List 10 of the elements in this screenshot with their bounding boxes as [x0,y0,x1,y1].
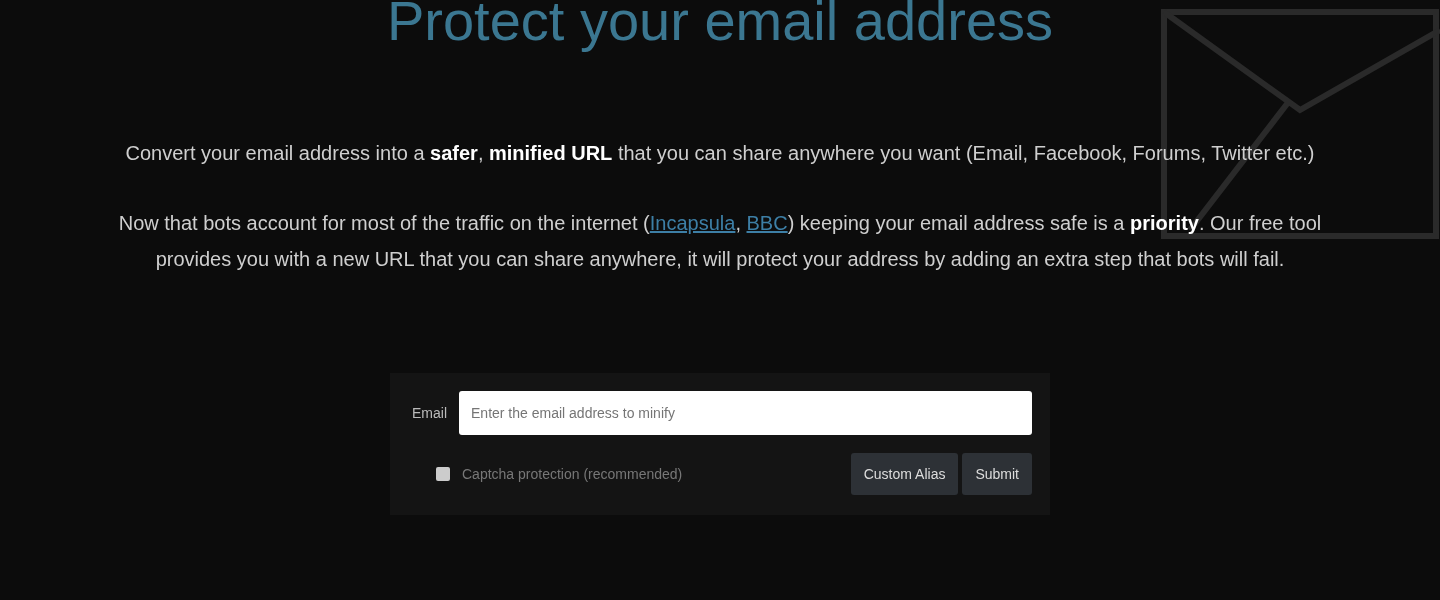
explanation-paragraph: Now that bots account for most of the traffic on the internet (Incapsula, BBC) keeping your email address safe is a priority. Our free tool provides you with a new URL that you can share anywhere, it will protect your address by adding an extra step that bots will fail. [117,211,1323,272]
captcha-checkbox[interactable] [436,467,450,481]
email-input[interactable]: Enter the email address to minify [459,391,1032,435]
source-link[interactable]: BBC [746,212,788,234]
submit-button[interactable]: Submit [962,453,1032,495]
source-link[interactable]: Incapsula [649,212,736,234]
captcha-label: Captcha protection (recommended) [462,466,684,482]
email-label: Email [412,405,447,421]
intro-paragraph: Convert your email address into a safer, minified URL that you can share anywhere you want (Email, Facebook, Forums, Twitter etc.) [124,141,1316,166]
custom-alias-button[interactable]: Custom Alias [850,453,959,495]
